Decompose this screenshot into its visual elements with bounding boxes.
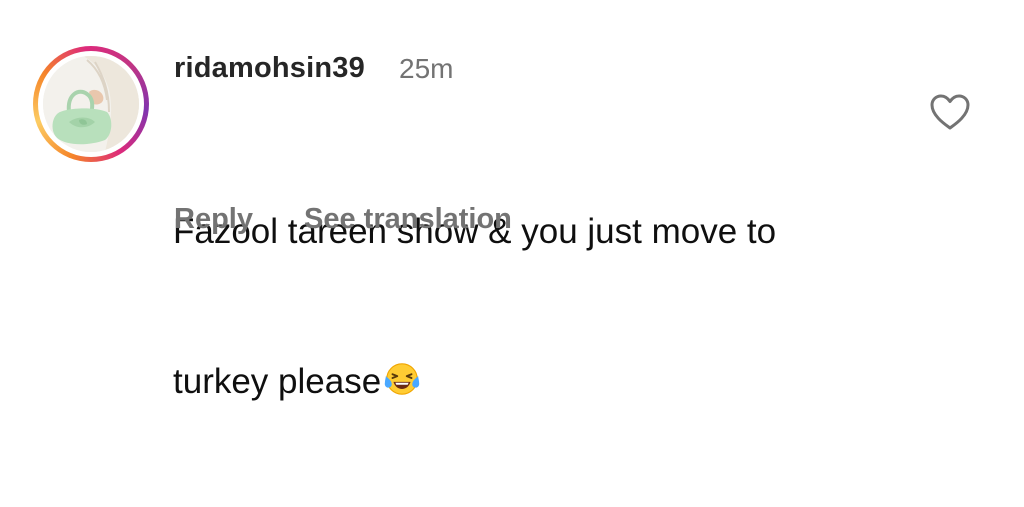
- heart-outline-icon: [930, 94, 970, 130]
- comment-text-line-1: Fazool tareen show & you just move to: [173, 212, 777, 251]
- avatar-story-ring[interactable]: [33, 46, 149, 162]
- username[interactable]: ridamohsin39: [174, 52, 365, 85]
- tears-of-joy-emoji-icon: [384, 363, 420, 395]
- comment-text: Fazool tareen show & you just move to tu…: [173, 107, 893, 507]
- comment-text-line-2-text: turkey please: [173, 362, 382, 401]
- avatar[interactable]: [43, 56, 139, 152]
- like-button[interactable]: [928, 92, 972, 132]
- timestamp: 25m: [399, 53, 454, 84]
- comment-item: ridamohsin39 25m Fazool tareen show & yo…: [0, 0, 1024, 401]
- see-translation-button[interactable]: See translation: [304, 203, 512, 236]
- reply-button[interactable]: Reply: [174, 203, 253, 236]
- avatar-image: [43, 56, 139, 152]
- comment-text-line-2: turkey please: [173, 357, 893, 407]
